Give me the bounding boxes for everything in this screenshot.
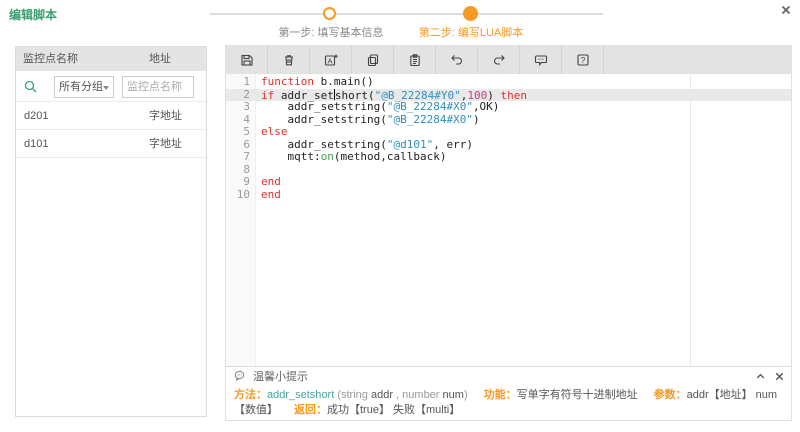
point-name: d101 — [16, 138, 48, 150]
comment-icon — [534, 53, 548, 67]
line-number: 7 — [226, 151, 250, 164]
code-line[interactable]: 1function b.main() — [226, 76, 791, 89]
toolbar-redo-button[interactable] — [478, 46, 520, 74]
redo-icon — [492, 53, 506, 67]
hint-label: 功能： — [484, 389, 517, 401]
hint-text: 写单字有符号十进制地址 — [517, 389, 638, 401]
code-editor[interactable]: 1function b.main()2if addr_setshort("@B_… — [226, 74, 791, 366]
group-select-value: 所有分组 — [59, 81, 103, 93]
svg-text:A: A — [327, 56, 332, 65]
hint-text: string — [341, 389, 371, 401]
hint-panel: 温馨小提示 方法：addr_setshort (string addr , nu… — [226, 366, 791, 420]
point-name: d201 — [16, 110, 48, 122]
group-select[interactable]: 所有分组 — [54, 76, 114, 98]
hint-section: 功能：写单字有符号十进制地址 — [484, 389, 638, 401]
code-lines: 1function b.main()2if addr_setshort("@B_… — [226, 76, 791, 201]
code-text: function b.main() — [250, 76, 374, 89]
help-icon: ? — [576, 53, 590, 67]
code-line[interactable]: 9end — [226, 176, 791, 189]
point-row[interactable]: d101 字地址 — [16, 130, 206, 158]
hint-title: 温馨小提示 — [253, 371, 308, 383]
hint-text: ( — [334, 389, 341, 401]
toolbar-insert-text-button[interactable]: A — [310, 46, 352, 74]
close-icon — [780, 4, 792, 16]
step-1-dot[interactable] — [323, 7, 336, 20]
undo-icon — [450, 53, 464, 67]
code-text: end — [250, 189, 281, 202]
point-table-header: 监控点名称 地址 — [16, 47, 206, 71]
editor-toolbar: A? — [226, 46, 791, 74]
code-text — [250, 164, 261, 177]
line-number: 5 — [226, 126, 250, 139]
column-address: 地址 — [149, 47, 171, 71]
toolbar-copy-button[interactable] — [352, 46, 394, 74]
hint-text: number — [402, 389, 442, 401]
hint-label: 返回： — [294, 404, 327, 416]
chevron-down-icon — [103, 86, 109, 90]
hint-body: 方法：addr_setshort (string addr , number n… — [226, 387, 791, 418]
point-search-input[interactable] — [122, 76, 194, 98]
hint-header: 温馨小提示 — [226, 367, 791, 387]
save-icon — [240, 53, 254, 67]
toolbar-delete-button[interactable] — [268, 46, 310, 74]
hint-close-button[interactable] — [774, 371, 785, 382]
code-line[interactable]: 8 — [226, 164, 791, 177]
toolbar-save-button[interactable] — [226, 46, 268, 74]
hint-label: 参数： — [654, 389, 687, 401]
hint-text: 成功【true】 失败【multi】 — [327, 404, 460, 416]
hint-section: 返回：成功【true】 失败【multi】 — [294, 404, 460, 416]
toolbar-comment-button[interactable] — [520, 46, 562, 74]
copy-icon — [366, 53, 380, 67]
hint-section: 方法：addr_setshort (string addr , number n… — [234, 389, 468, 401]
point-address: 字地址 — [149, 130, 182, 158]
step-2-dot[interactable] — [463, 6, 478, 21]
hint-collapse-button[interactable] — [755, 371, 766, 382]
toolbar-help-button[interactable]: ? — [562, 46, 604, 74]
script-editor-panel: A? 1function b.main()2if addr_setshort("… — [225, 45, 792, 421]
step-1-label: 第一步: 填写基本信息 — [256, 24, 406, 40]
hint-text: addr — [371, 389, 393, 401]
step-2-label: 第二步: 编写LUA脚本 — [396, 24, 546, 40]
code-line[interactable]: 7 mqtt:on(method,callback) — [226, 151, 791, 164]
hint-text: , — [393, 389, 402, 401]
stepper-line — [210, 13, 603, 15]
page-title: 编辑脚本 — [9, 6, 57, 23]
code-line[interactable]: 10end — [226, 189, 791, 202]
column-point-name: 监控点名称 — [16, 53, 78, 65]
delete-icon — [282, 53, 296, 67]
dialog-close-button[interactable] — [780, 4, 794, 18]
paste-icon — [408, 53, 422, 67]
hint-label: 方法： — [234, 389, 267, 401]
point-filter-row: 所有分组 — [16, 71, 206, 102]
hint-text: ) — [464, 389, 468, 401]
svg-text:?: ? — [580, 56, 585, 65]
close-icon — [774, 371, 785, 382]
line-number: 10 — [226, 189, 250, 202]
search-icon — [24, 80, 38, 97]
insert-text-icon: A — [324, 53, 338, 67]
hint-text: addr_setshort — [267, 389, 334, 401]
point-row[interactable]: d201 字地址 — [16, 102, 206, 130]
toolbar-paste-button[interactable] — [394, 46, 436, 74]
code-text: mqtt:on(method,callback) — [250, 151, 446, 164]
hint-text: num — [443, 389, 464, 401]
chevron-up-icon — [755, 371, 766, 382]
line-number: 1 — [226, 76, 250, 89]
point-address: 字地址 — [149, 102, 182, 130]
monitor-point-panel: 监控点名称 地址 所有分组 d201 字地址 d101 字地址 — [15, 46, 207, 417]
toolbar-undo-button[interactable] — [436, 46, 478, 74]
line-number: 3 — [226, 101, 250, 114]
comment-bubble-icon — [234, 373, 249, 385]
code-line[interactable]: 4 addr_setstring("@B_22284#X0") — [226, 114, 791, 127]
line-number: 9 — [226, 176, 250, 189]
point-table-body: d201 字地址 d101 字地址 — [16, 102, 206, 158]
